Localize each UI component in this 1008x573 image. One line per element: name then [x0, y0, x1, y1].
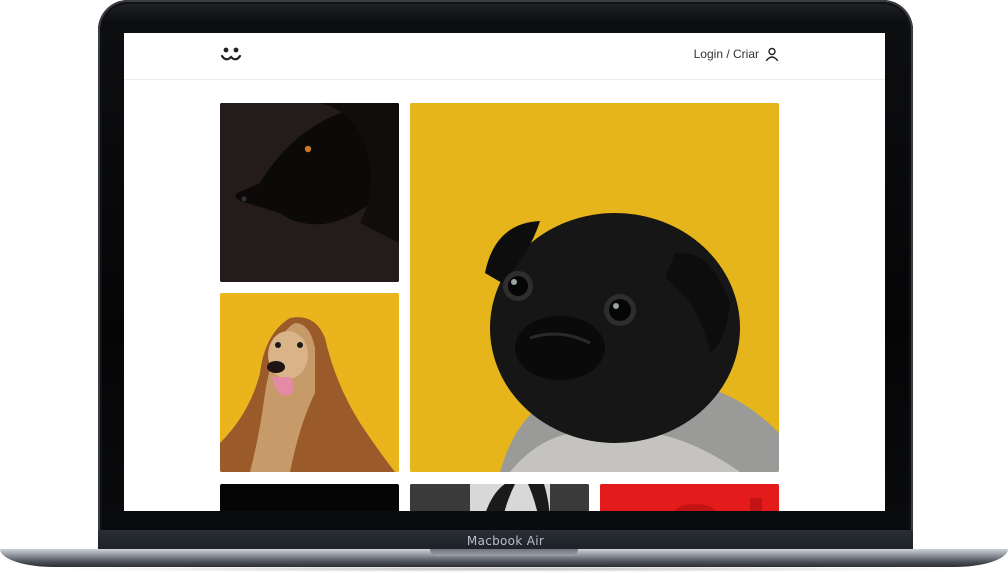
- user-icon: [765, 47, 779, 62]
- laptop-shadow: [40, 566, 968, 572]
- afghan-hound-image: [220, 293, 399, 472]
- login-label: Login / Criar: [693, 47, 759, 61]
- red-photo-image: [600, 484, 779, 511]
- pug-image: [410, 103, 779, 472]
- dog-face-logo-icon[interactable]: [220, 45, 242, 65]
- photo-afghan-hound[interactable]: [220, 293, 399, 472]
- site-header: Login / Criar: [124, 33, 885, 80]
- device-label: Macbook Air: [466, 534, 545, 548]
- login-link[interactable]: Login / Criar: [693, 47, 779, 62]
- photo-black-dog[interactable]: [220, 103, 399, 282]
- photo-dark[interactable]: [220, 484, 399, 511]
- photo-pug[interactable]: [410, 103, 779, 472]
- black-dog-image: [220, 103, 399, 282]
- laptop-notch: [430, 549, 578, 556]
- dog-ears-image: [410, 484, 589, 511]
- photo-red[interactable]: [600, 484, 779, 511]
- photo-dog-ears[interactable]: [410, 484, 589, 511]
- laptop-screen: Login / Criar: [124, 33, 885, 511]
